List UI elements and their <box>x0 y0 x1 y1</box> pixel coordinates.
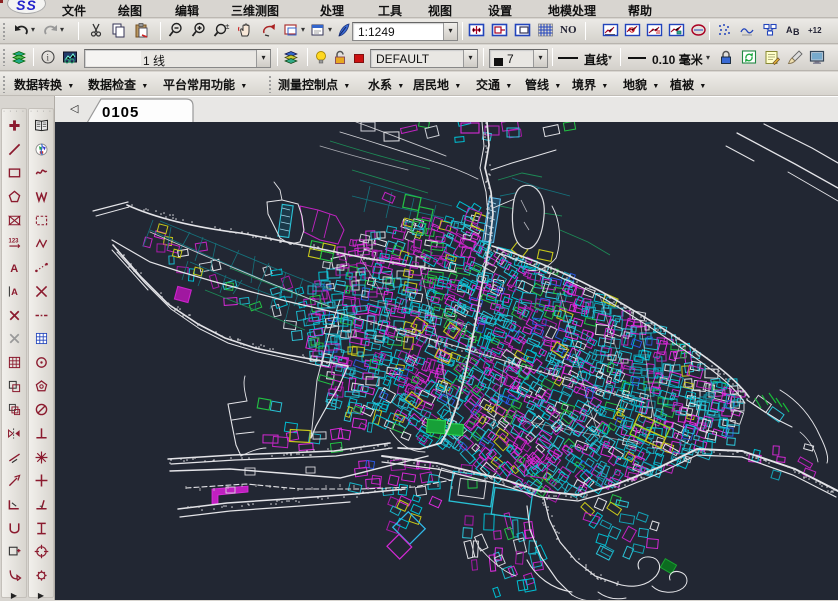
svg-text:A: A <box>11 287 18 297</box>
svg-text:0105: 0105 <box>102 104 139 121</box>
svg-text:123: 123 <box>8 239 19 245</box>
svg-text:+12: +12 <box>808 26 822 35</box>
svg-text:B: B <box>793 27 800 37</box>
svg-text:A: A <box>786 25 793 35</box>
svg-text:±: ± <box>225 22 230 31</box>
svg-text:A: A <box>10 263 18 275</box>
svg-text:i: i <box>47 53 50 63</box>
